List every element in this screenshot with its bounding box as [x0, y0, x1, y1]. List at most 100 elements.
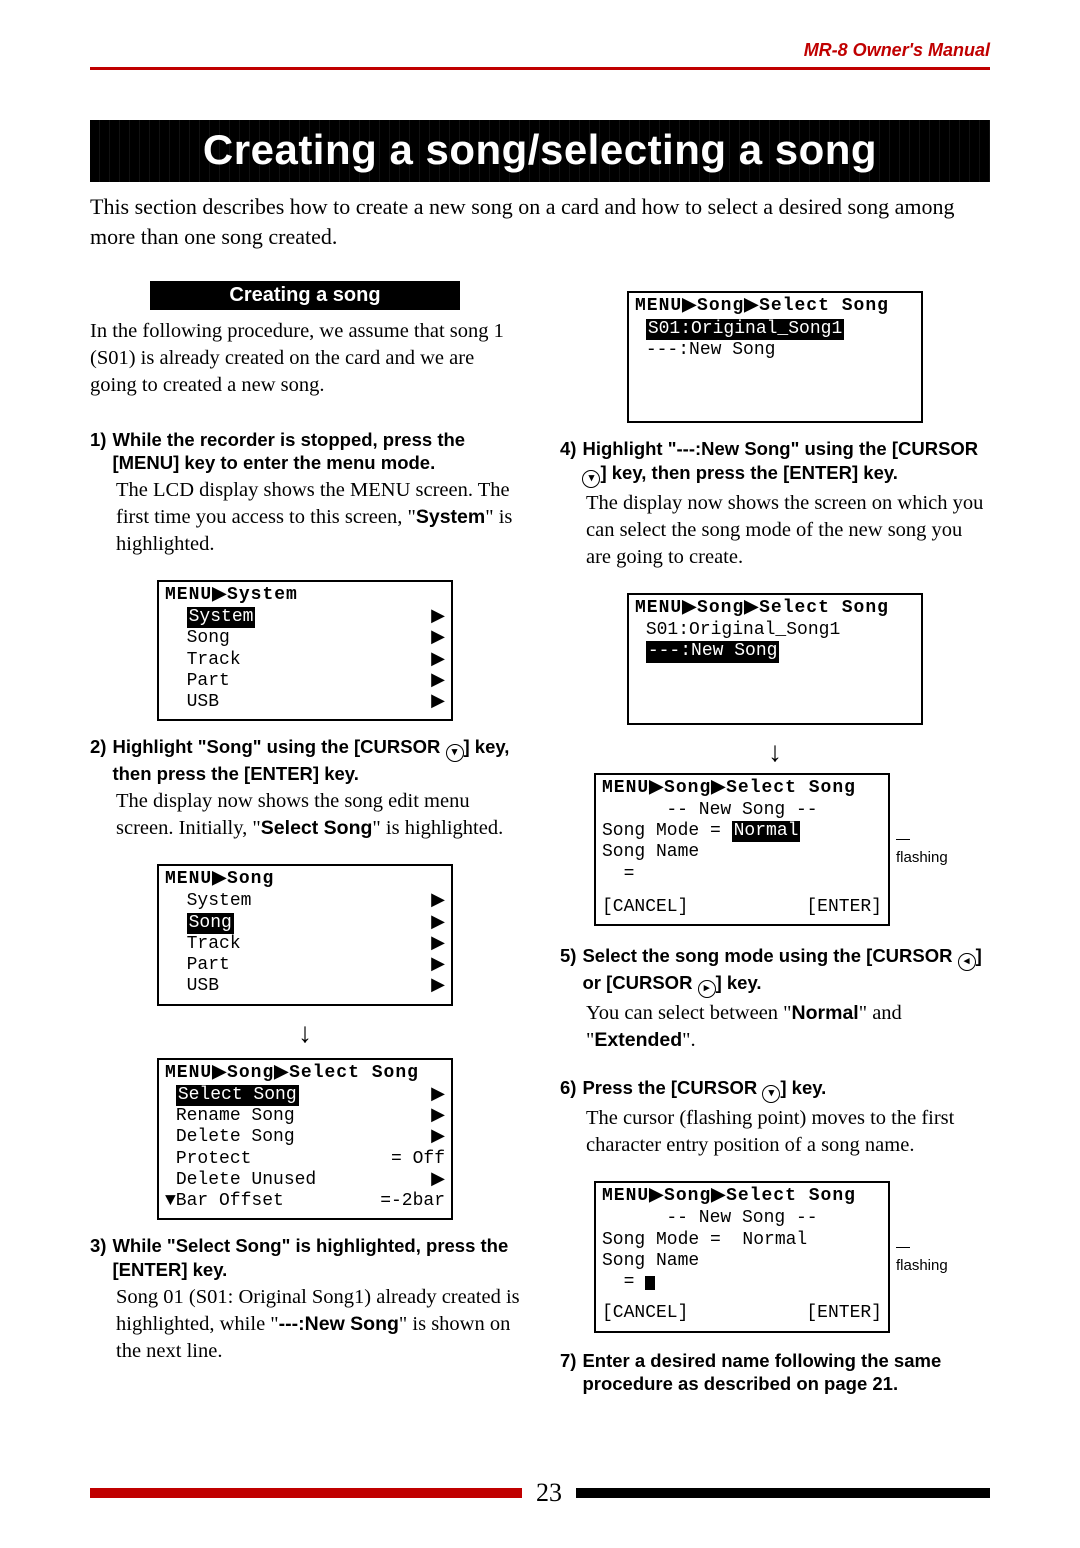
lcd-item: Select Song: [176, 1085, 299, 1106]
step-3-title: While "Select Song" is highlighted, pres…: [112, 1234, 520, 1281]
chevron-right-icon: ▶: [423, 1127, 445, 1148]
lcd-label: Song Name: [602, 1251, 699, 1272]
step-2: 2) Highlight "Song" using the [CURSOR ▾]…: [90, 735, 520, 842]
lcd-menu-song: MENU▶Song System ▶ Song ▶ Track ▶ Part ▶ USB…: [157, 864, 453, 1005]
lcd-enter: [ENTER]: [806, 897, 882, 918]
lcd-item: Part: [187, 955, 230, 975]
lcd-breadcrumb: MENU▶Song: [165, 869, 445, 891]
cursor-icon: [645, 1276, 655, 1290]
arrow-down-icon: ↓: [90, 1020, 520, 1048]
lcd-subtitle: -- New Song --: [666, 800, 817, 821]
step-2-num: 2): [90, 735, 112, 786]
left-intro: In the following procedure, we assume th…: [90, 318, 520, 399]
lcd-item: USB: [165, 692, 423, 713]
lcd-item: Song: [187, 913, 234, 934]
step-4-body: The display now shows the screen on whic…: [586, 490, 990, 571]
lcd-item: Delete Unused: [176, 1170, 316, 1190]
lcd-item: ---:New Song: [635, 340, 915, 361]
section-heading: Creating a song: [150, 281, 460, 310]
header-rule: [90, 67, 990, 70]
left-column: Creating a song In the following procedu…: [90, 281, 520, 1418]
step-1-bold: System: [416, 506, 485, 528]
lcd-label: =: [624, 1272, 646, 1293]
chevron-right-icon: ▶: [423, 913, 445, 934]
footer-black-bar: [576, 1488, 990, 1498]
lcd-breadcrumb: MENU▶Song▶Select Song: [635, 598, 915, 620]
lcd-item: System: [187, 891, 252, 911]
lcd-enter: [ENTER]: [806, 1303, 882, 1324]
lcd-label: Song Name: [602, 842, 699, 863]
lcd-breadcrumb: MENU▶Song▶Select Song: [602, 778, 882, 800]
lcd-item: ---:New Song: [646, 641, 780, 662]
lcd-select-song-s01: MENU▶Song▶Select Song S01:Original_Song1…: [627, 291, 923, 423]
step-4-num: 4): [560, 437, 582, 488]
chevron-right-icon: ▶: [423, 650, 445, 671]
lcd-item: Song: [165, 628, 423, 649]
lcd-item: System: [187, 607, 256, 628]
lcd-song-edit: MENU▶Song▶Select Song Select Song ▶ Renam…: [157, 1058, 453, 1221]
lcd-new-song-name: MENU▶Song▶Select Song -- New Song -- Son…: [594, 1181, 890, 1332]
step-6: 6) Press the [CURSOR ▾] key. The cursor …: [560, 1076, 990, 1159]
cursor-right-icon: ▸: [698, 980, 716, 998]
lcd-cancel: [CANCEL]: [602, 1303, 688, 1324]
page-footer: 23: [90, 1478, 990, 1508]
lcd-cancel: [CANCEL]: [602, 897, 688, 918]
intro-text: This section describes how to create a n…: [90, 192, 990, 251]
lcd-item: ▼Bar Offset: [165, 1191, 284, 1211]
step-5-num: 5): [560, 944, 582, 998]
step-7-num: 7): [560, 1349, 582, 1396]
lcd-label: =: [624, 864, 635, 885]
step-3-num: 3): [90, 1234, 112, 1281]
step-5-body: You can select between "Normal" and "Ext…: [586, 1000, 990, 1054]
lcd-item: USB: [187, 976, 219, 996]
chevron-right-icon: ▶: [423, 1085, 445, 1106]
footer-red-bar: [90, 1488, 522, 1498]
lcd-label: Song Mode =: [602, 821, 732, 842]
page-number: 23: [522, 1478, 576, 1508]
chevron-right-icon: ▶: [423, 671, 445, 692]
step-2-title: Highlight "Song" using the [CURSOR ▾] ke…: [112, 735, 520, 786]
chevron-right-icon: ▶: [423, 1170, 445, 1191]
chevron-right-icon: ▶: [423, 891, 445, 912]
lcd-breadcrumb: MENU▶Song▶Select Song: [602, 1186, 882, 1208]
lcd-item: Protect: [176, 1149, 252, 1169]
lcd-breadcrumb: MENU▶Song▶Select Song: [165, 1063, 445, 1085]
cursor-left-icon: ◂: [958, 953, 976, 971]
lcd-item: Rename Song: [176, 1106, 295, 1126]
lcd-select-song-new: MENU▶Song▶Select Song S01:Original_Song1…: [627, 593, 923, 725]
step-6-title: Press the [CURSOR ▾] key.: [582, 1076, 990, 1103]
chevron-right-icon: ▶: [423, 976, 445, 997]
step-3: 3) While "Select Song" is highlighted, p…: [90, 1234, 520, 1364]
chevron-right-icon: ▶: [423, 934, 445, 955]
step-5-title: Select the song mode using the [CURSOR ◂…: [582, 944, 990, 998]
arrow-down-icon: ↓: [560, 739, 990, 767]
lcd-line: Song Mode = Normal: [602, 1230, 807, 1251]
cursor-down-icon: ▾: [446, 744, 464, 762]
step-7: 7) Enter a desired name following the sa…: [560, 1349, 990, 1396]
flashing-label: flashing: [896, 849, 948, 866]
step-2-body: The display now shows the song edit menu…: [116, 788, 520, 842]
lcd-breadcrumb: MENU▶System: [165, 585, 445, 607]
chevron-right-icon: ▶: [423, 692, 445, 713]
step-1-num: 1): [90, 428, 112, 475]
step-6-num: 6): [560, 1076, 582, 1103]
chevron-right-icon: ▶: [423, 1106, 445, 1127]
lcd-breadcrumb: MENU▶Song▶Select Song: [635, 296, 915, 318]
right-column: MENU▶Song▶Select Song S01:Original_Song1…: [560, 281, 990, 1418]
chevron-right-icon: ▶: [423, 955, 445, 976]
lcd-item: Part: [165, 671, 423, 692]
chevron-right-icon: ▶: [423, 628, 445, 649]
step-1-body: The LCD display shows the MENU screen. T…: [116, 477, 520, 558]
lcd-menu-system: MENU▶System System▶ Song▶ Track▶ Part▶ U…: [157, 580, 453, 721]
lcd-item: Delete Song: [176, 1127, 295, 1147]
lcd-new-song-mode: MENU▶Song▶Select Song -- New Song -- Son…: [594, 773, 890, 926]
lcd-value: = Off: [391, 1149, 445, 1170]
manual-name: MR-8 Owner's Manual: [90, 40, 990, 61]
cursor-down-icon: ▾: [762, 1085, 780, 1103]
lcd-item: S01:Original_Song1: [646, 319, 844, 340]
step-1: 1) While the recorder is stopped, press …: [90, 428, 520, 558]
lcd-item: Track: [187, 934, 241, 954]
page-title: Creating a song/selecting a song: [90, 120, 990, 182]
cursor-down-icon: ▾: [582, 470, 600, 488]
lcd-item: S01:Original_Song1: [635, 620, 915, 641]
